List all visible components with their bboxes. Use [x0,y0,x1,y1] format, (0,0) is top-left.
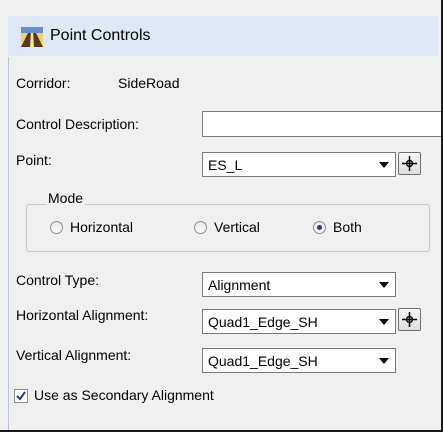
chevron-down-icon [379,358,389,364]
vertical-radio-label[interactable]: Vertical [214,219,260,235]
both-radio-label[interactable]: Both [333,219,362,235]
control-type-label: Control Type: [16,272,100,288]
point-pick-button[interactable] [398,152,421,175]
vertical-radio[interactable] [194,221,207,234]
secondary-alignment-label[interactable]: Use as Secondary Alignment [34,387,214,403]
chevron-down-icon [379,319,389,325]
crosshair-icon [402,156,417,171]
vertical-alignment-label: Vertical Alignment: [16,347,132,363]
corridor-value: SideRoad [118,75,180,91]
window-title: Point Controls [50,27,151,44]
control-description-label: Control Description: [16,116,139,132]
corridor-label: Corridor: [16,75,71,91]
point-dropdown[interactable]: ES_L [202,152,396,177]
both-radio[interactable] [313,221,326,234]
point-controls-window: Point Controls Corridor: SideRoad Contro… [0,0,443,432]
control-type-dropdown-value: Alignment [208,277,271,293]
horizontal-alignment-label: Horizontal Alignment: [16,307,149,323]
title-bar[interactable]: Point Controls [8,16,438,56]
point-label: Point: [16,152,52,168]
control-description-input[interactable] [202,111,441,137]
checkmark-icon [16,391,26,401]
horizontal-radio-label[interactable]: Horizontal [70,219,133,235]
secondary-alignment-checkbox[interactable] [14,389,28,403]
point-dropdown-value: ES_L [208,157,243,173]
vertical-alignment-dropdown[interactable]: Quad1_Edge_SH [202,348,396,373]
horizontal-alignment-dropdown[interactable]: Quad1_Edge_SH [202,309,396,334]
crosshair-icon [402,312,417,327]
chevron-down-icon [379,162,389,168]
horizontal-radio[interactable] [50,221,63,234]
horizontal-alignment-pick-button[interactable] [398,308,421,331]
horizontal-alignment-dropdown-value: Quad1_Edge_SH [208,314,318,330]
control-type-dropdown[interactable]: Alignment [202,272,396,297]
corridor-app-icon [21,27,43,47]
vertical-alignment-dropdown-value: Quad1_Edge_SH [208,353,318,369]
chevron-down-icon [379,282,389,288]
mode-group-title: Mode [46,190,86,206]
